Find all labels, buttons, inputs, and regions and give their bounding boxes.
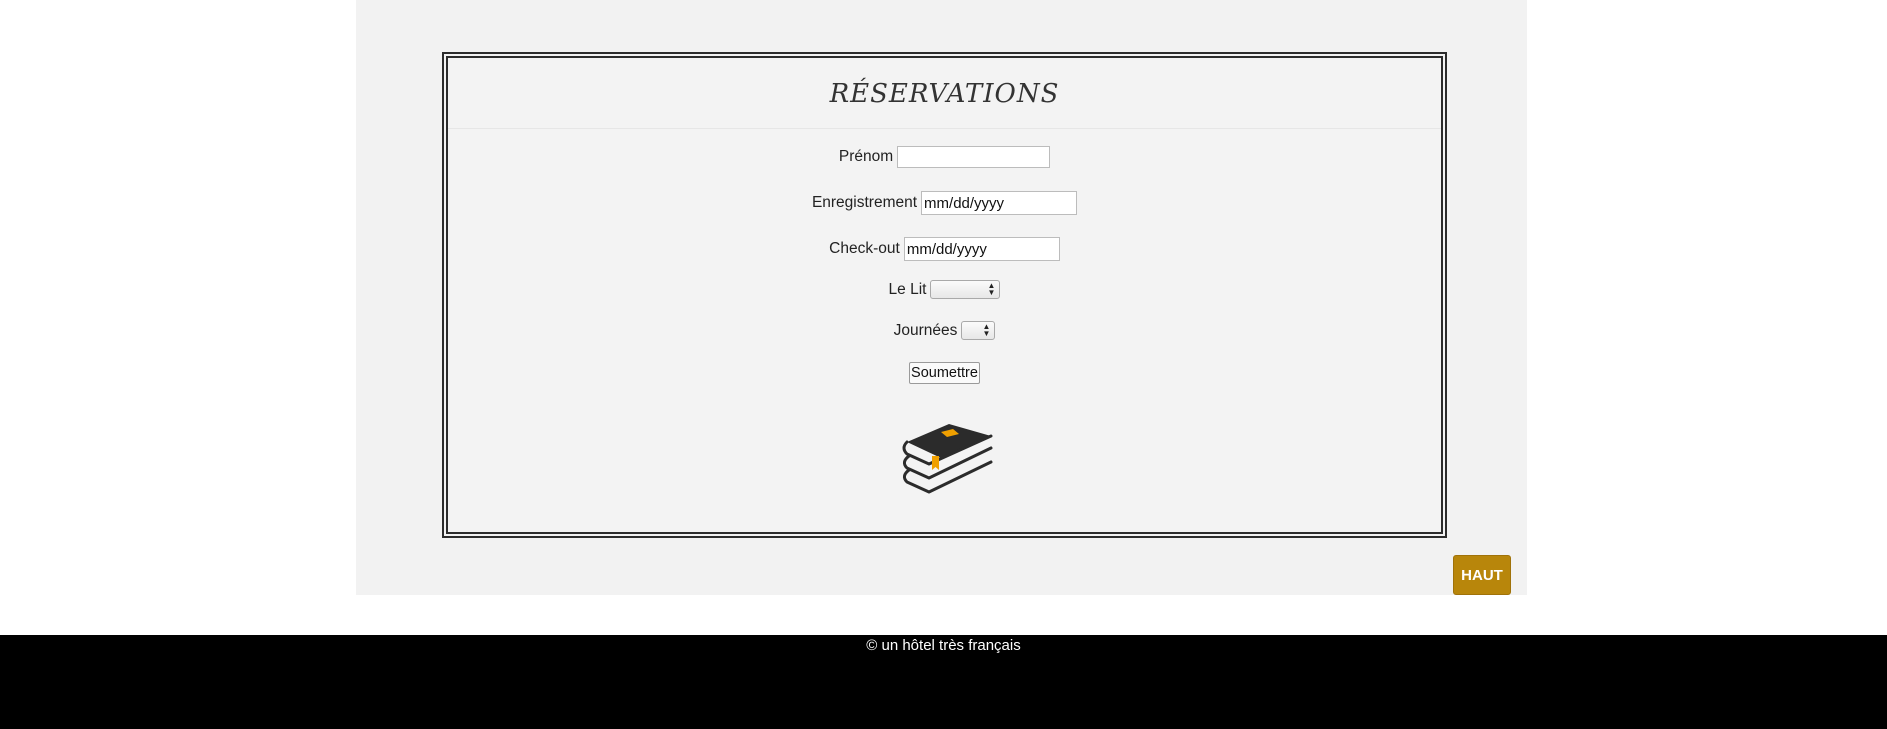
lit-label: Le Lit	[888, 280, 927, 298]
checkout-label: Check-out	[829, 240, 900, 257]
reservation-card: RÉSERVATIONS Prénom Enregistrement mm/dd…	[442, 52, 1447, 538]
enregistrement-label: Enregistrement	[811, 194, 918, 211]
prenom-row: Prénom	[448, 146, 1441, 168]
checkout-row: Check-out mm/dd/yyyy	[448, 237, 1441, 261]
journees-select[interactable]: ▲ ▼	[961, 321, 996, 340]
prenom-input[interactable]	[897, 146, 1051, 168]
enregistrement-row: Enregistrement mm/dd/yyyy	[448, 191, 1441, 215]
lit-row: Le Lit ▲ ▼	[448, 280, 1441, 299]
enregistrement-date-input[interactable]: mm/dd/yyyy	[921, 191, 1078, 215]
journees-label: Journées	[893, 321, 958, 339]
journees-row: Journées ▲ ▼	[448, 321, 1441, 340]
page-title: RÉSERVATIONS	[829, 79, 1060, 109]
back-to-top-button[interactable]: HAUT	[1453, 555, 1511, 595]
footer: © un hôtel très français	[0, 635, 1887, 729]
card-header: RÉSERVATIONS	[448, 58, 1441, 129]
lit-select[interactable]: ▲ ▼	[930, 280, 1001, 299]
footer-copyright: © un hôtel très français	[866, 637, 1021, 654]
submit-row: Soumettre	[448, 362, 1441, 384]
select-arrows-icon: ▲ ▼	[987, 281, 996, 297]
checkout-date-input[interactable]: mm/dd/yyyy	[903, 237, 1060, 261]
books-stack-icon	[899, 416, 995, 505]
select-arrows-icon: ▲ ▼	[982, 322, 991, 338]
submit-button[interactable]: Soumettre	[909, 362, 980, 384]
page-content: RÉSERVATIONS Prénom Enregistrement mm/dd…	[356, 0, 1527, 595]
prenom-label: Prénom	[838, 148, 894, 165]
